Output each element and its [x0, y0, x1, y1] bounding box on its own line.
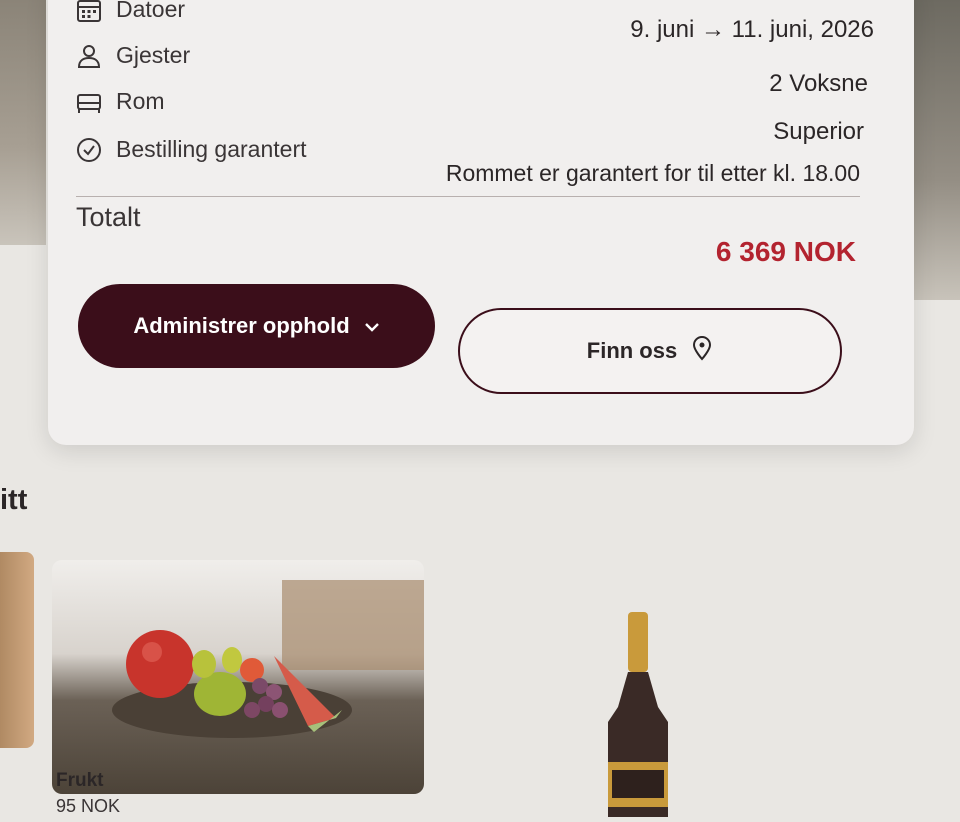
manage-stay-button[interactable]: Administrer opphold [78, 284, 435, 368]
guarantee-label: Bestilling garantert [116, 136, 307, 162]
find-us-button[interactable]: Finn oss [458, 308, 842, 394]
guests-row: Gjester [76, 42, 190, 69]
location-pin-icon [691, 335, 713, 367]
total-label: Totalt [76, 202, 141, 232]
calendar-icon [76, 0, 102, 23]
prosecco-bottle-image[interactable] [598, 612, 676, 817]
guarantee-row: Bestilling garantert [76, 136, 307, 163]
product-name: Frukt [56, 770, 104, 791]
room-label: Rom [116, 88, 165, 114]
dates-label: Datoer [116, 0, 186, 22]
background-photo-left [0, 0, 46, 245]
guests-value: 2 Voksne [769, 70, 868, 97]
divider [76, 196, 860, 197]
bed-icon [76, 89, 102, 115]
product-card-partial[interactable] [0, 552, 34, 748]
find-us-label: Finn oss [586, 338, 678, 363]
dates-value: 9. juni → 11. juni, 2026 [630, 16, 874, 43]
chevron-down-icon [364, 313, 380, 339]
guarantee-value: Rommet er garantert for til etter kl. 18… [445, 160, 860, 186]
room-row: Rom [76, 88, 165, 115]
total-price: 6 369 NOK [715, 236, 856, 267]
room-value: Superior [773, 118, 864, 145]
manage-stay-label: Administrer opphold [133, 313, 350, 338]
check-circle-icon [76, 137, 102, 163]
guests-label: Gjester [116, 42, 191, 68]
fruit-product-image[interactable] [52, 560, 424, 794]
person-icon [76, 43, 102, 69]
product-price: 95 NOK [56, 796, 121, 816]
dates-row: Datoer [76, 0, 185, 23]
fruit-plate-illustration [112, 580, 424, 738]
section-title: itt [0, 484, 28, 516]
bottle-illustration [608, 612, 668, 817]
